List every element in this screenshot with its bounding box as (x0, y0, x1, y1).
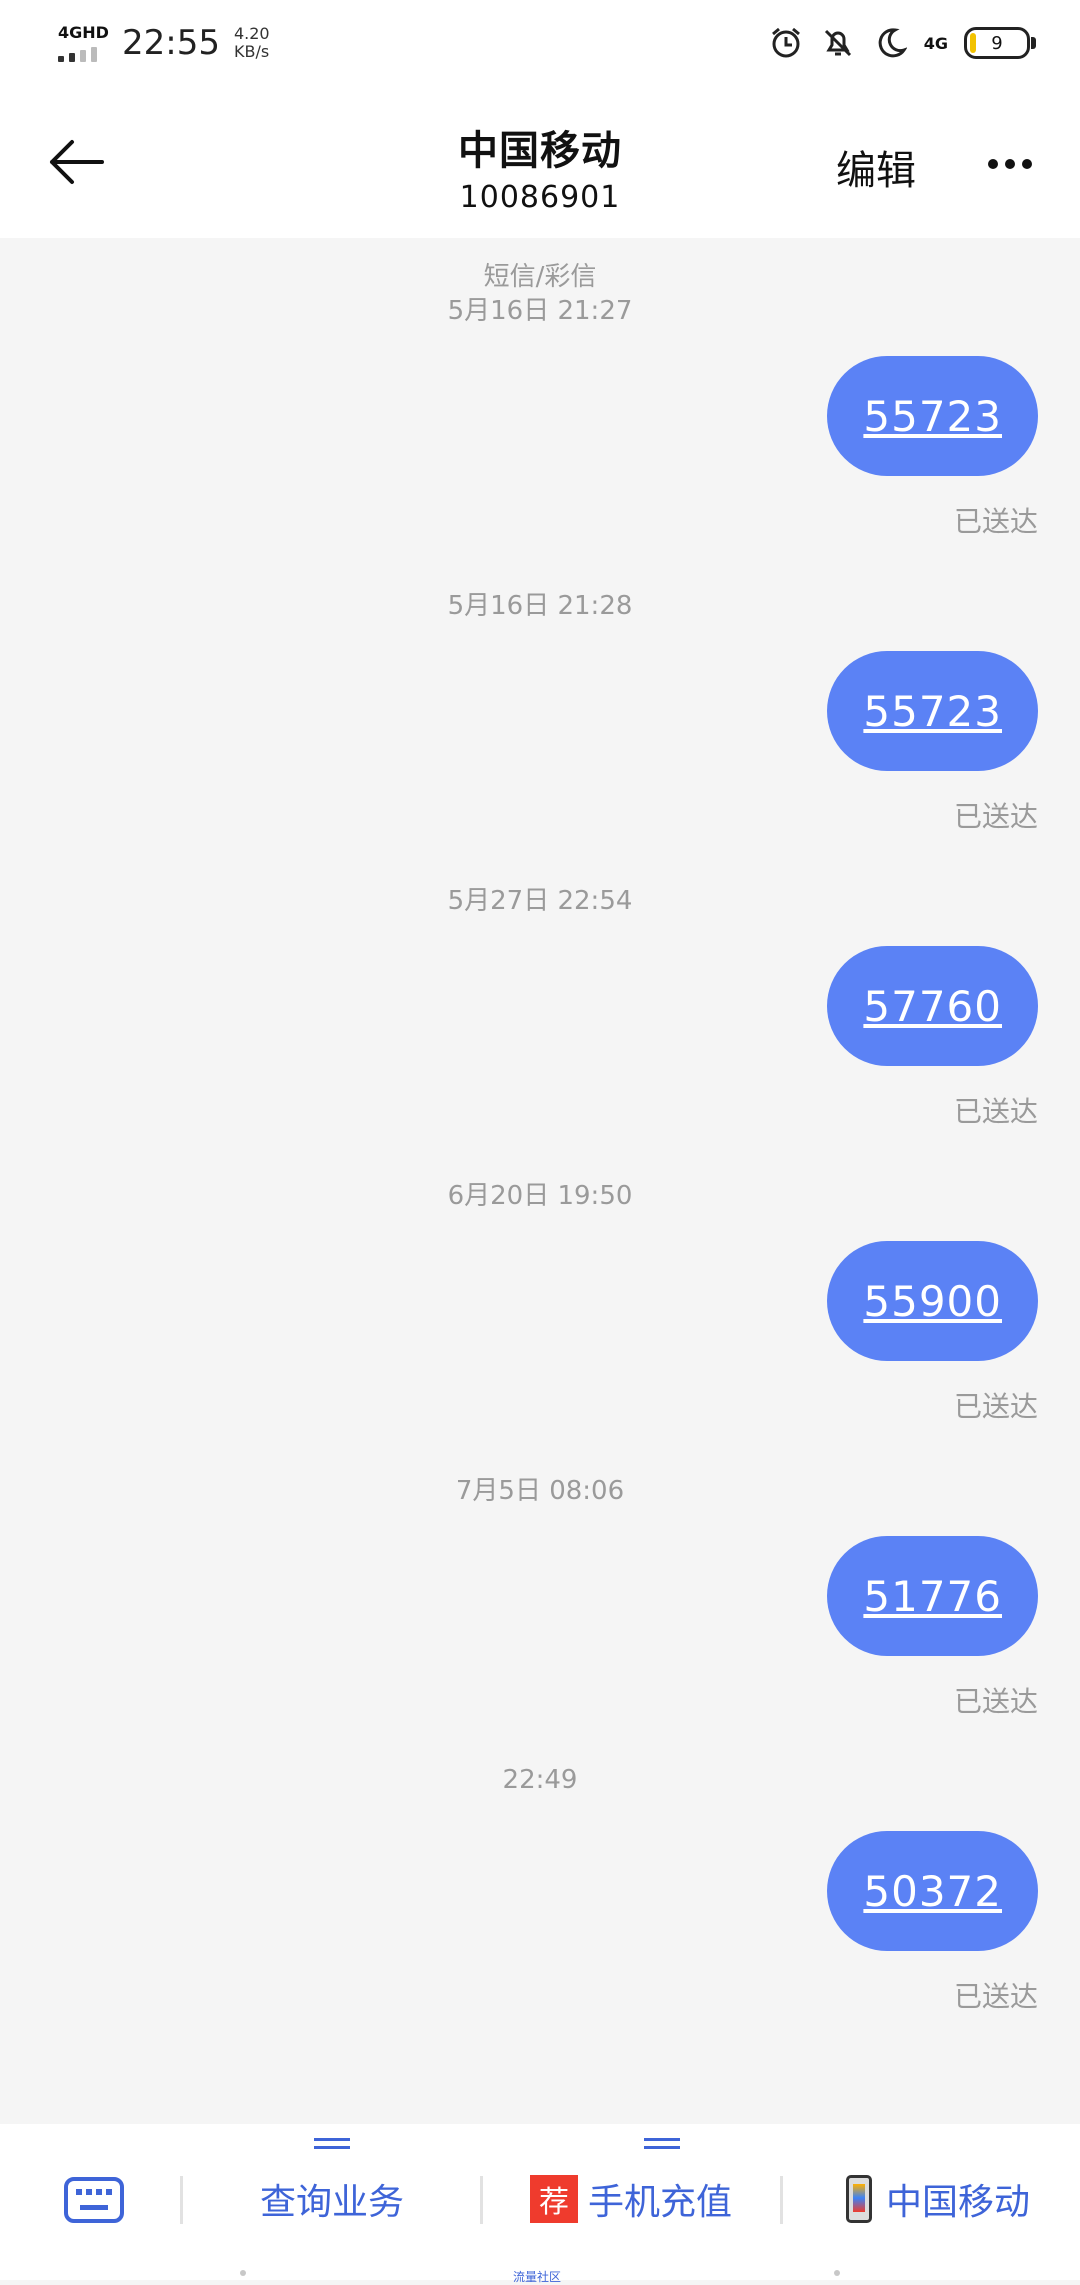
menu-label: 查询业务 (260, 2182, 405, 2223)
submenu-icon (644, 2138, 680, 2149)
contact-name: 中国移动 (458, 128, 622, 174)
alarm-icon (768, 25, 804, 61)
status-time: 22:55 (122, 23, 220, 63)
speed-unit: KB/s (233, 42, 270, 61)
more-dot-icon (1005, 159, 1015, 169)
message-time: 5月16日 21:28 (447, 591, 633, 621)
more-button[interactable] (980, 144, 1040, 184)
menu-divider (780, 2176, 783, 2224)
more-dot-icon (988, 159, 998, 169)
moon-icon (872, 25, 908, 61)
message-time: 5月16日 21:27 (447, 296, 633, 326)
bottom-menu-bar: 查询业务 荐 手机充值 中国移动 流量社区 (0, 2124, 1080, 2284)
network-speed: 4.20 KB/s (234, 25, 270, 61)
delivery-status: 已送达 (953, 1685, 1038, 1718)
message-time: 5月27日 22:54 (447, 886, 633, 916)
message-bubble[interactable]: 51776 (827, 1536, 1038, 1656)
indicator-dot (240, 2270, 246, 2276)
speed-value: 4.20 (233, 24, 270, 43)
delivery-status: 已送达 (953, 505, 1038, 538)
battery-icon: 9 (964, 27, 1036, 59)
menu-query-service[interactable]: 查询业务 (260, 2164, 404, 2234)
delivery-status: 已送达 (953, 1390, 1038, 1423)
message-bubble[interactable]: 50372 (827, 1831, 1038, 1951)
network-type-right: 4G (923, 33, 948, 53)
message-type-label: 短信/彩信 (483, 262, 597, 292)
message-time: 6月20日 19:50 (447, 1181, 633, 1211)
menu-label: 手机充值 (588, 2182, 733, 2223)
status-left: 4GHD 22:55 4.20 KB/s (58, 18, 270, 68)
menu-phone-recharge[interactable]: 荐 手机充值 (530, 2164, 732, 2234)
keyboard-button[interactable] (64, 2176, 124, 2224)
status-bar: 4GHD 22:55 4.20 KB/s 4G 9 (0, 0, 1080, 84)
signal-icon: 4GHD (58, 23, 109, 62)
menu-label: 中国移动 (886, 2182, 1031, 2223)
menu-divider (480, 2176, 483, 2224)
message-time: 7月5日 08:06 (455, 1476, 625, 1506)
recommend-badge: 荐 (530, 2175, 578, 2223)
title-block: 中国移动 10086901 (0, 118, 1080, 215)
bell-muted-icon (820, 25, 856, 61)
edit-button[interactable]: 编辑 (836, 138, 916, 196)
community-label: 流量社区 (513, 2270, 562, 2284)
message-bubble[interactable]: 55723 (827, 356, 1038, 476)
signal-bars (58, 46, 108, 62)
delivery-status: 已送达 (953, 1095, 1038, 1128)
submenu-icon (314, 2138, 350, 2149)
phone-icon (846, 2175, 872, 2223)
message-bubble[interactable]: 55723 (827, 651, 1038, 771)
message-bubble[interactable]: 57760 (827, 946, 1038, 1066)
message-thread[interactable]: 短信/彩信 5月16日 21:27 55723 已送达 5月16日 21:28 … (0, 238, 1080, 2124)
delivery-status: 已送达 (953, 800, 1038, 833)
delivery-status: 已送达 (953, 1980, 1038, 2013)
menu-china-mobile[interactable]: 中国移动 (846, 2164, 1030, 2234)
more-dot-icon (1022, 159, 1032, 169)
contact-number: 10086901 (459, 180, 621, 215)
status-right: 4G 9 (768, 18, 1036, 68)
message-bubble[interactable]: 55900 (827, 1241, 1038, 1361)
indicator-dot (834, 2270, 840, 2276)
network-type: 4GHD (58, 23, 109, 42)
conversation-header: 中国移动 10086901 编辑 (0, 84, 1080, 238)
message-time: 22:49 (502, 1765, 578, 1795)
battery-level: 9 (991, 32, 1003, 54)
menu-divider (180, 2176, 183, 2224)
keyboard-icon (64, 2177, 124, 2223)
